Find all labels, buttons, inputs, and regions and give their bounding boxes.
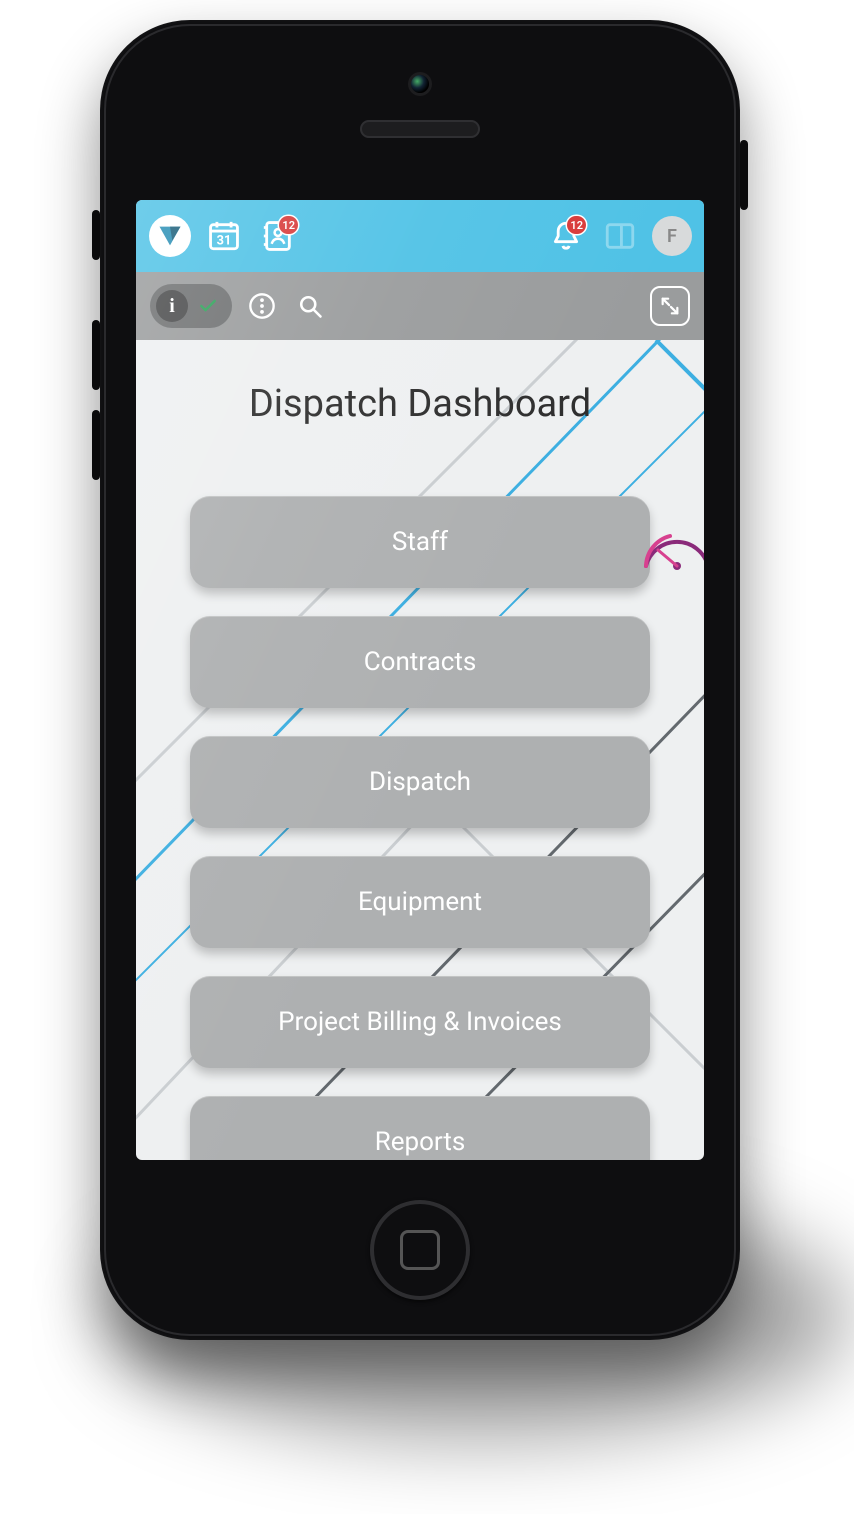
page-title: Dispatch Dashboard: [156, 382, 684, 426]
panel-button[interactable]: [598, 214, 642, 258]
app-bar: 31 12 12: [136, 200, 704, 272]
mute-switch: [92, 210, 100, 260]
avatar-initial: F: [667, 226, 677, 247]
tile-label: Equipment: [358, 887, 482, 917]
contacts-badge: 12: [279, 216, 298, 234]
info-toggle[interactable]: i: [150, 284, 232, 328]
tile-label: Dispatch: [369, 767, 471, 797]
calendar-icon: 31: [207, 219, 241, 253]
gauge-icon: [640, 522, 704, 572]
tile-reports[interactable]: Reports: [190, 1096, 650, 1160]
tile-staff[interactable]: Staff: [190, 496, 650, 588]
tile-project-billing[interactable]: Project Billing & Invoices: [190, 976, 650, 1068]
tile-dispatch[interactable]: Dispatch: [190, 736, 650, 828]
fullscreen-button[interactable]: [650, 286, 690, 326]
volume-down: [92, 410, 100, 480]
dashboard-tiles: Staff Contracts Dispatch Equipment Proje…: [156, 496, 684, 1160]
notifications-button[interactable]: 12: [544, 214, 588, 258]
user-avatar[interactable]: F: [652, 216, 692, 256]
contacts-button[interactable]: 12: [256, 214, 300, 258]
power-button: [740, 140, 748, 210]
search-button[interactable]: [292, 288, 328, 324]
tile-contracts[interactable]: Contracts: [190, 616, 650, 708]
logo-icon: [149, 215, 191, 257]
expand-icon: [659, 295, 681, 317]
tile-equipment[interactable]: Equipment: [190, 856, 650, 948]
home-button[interactable]: [370, 1200, 470, 1300]
tile-label: Reports: [375, 1127, 466, 1157]
earpiece: [360, 120, 480, 138]
notifications-badge: 12: [567, 216, 586, 234]
front-camera: [411, 75, 429, 93]
screen: 31 12 12: [136, 200, 704, 1160]
search-icon: [296, 292, 324, 320]
panel-icon: [603, 219, 637, 253]
volume-up: [92, 320, 100, 390]
check-icon: [198, 296, 218, 316]
tile-label: Staff: [392, 527, 448, 557]
svg-text:31: 31: [217, 234, 232, 249]
more-options-button[interactable]: [244, 288, 280, 324]
calendar-button[interactable]: 31: [202, 214, 246, 258]
tile-label: Contracts: [364, 647, 477, 677]
app-logo[interactable]: [148, 214, 192, 258]
info-icon: i: [156, 290, 188, 322]
page-toolbar: i: [136, 272, 704, 340]
more-vertical-icon: [248, 292, 276, 320]
phone-frame: 31 12 12: [100, 20, 740, 1340]
tile-label: Project Billing & Invoices: [278, 1007, 562, 1037]
page-content: Dispatch Dashboard Staff Contracts Dispa…: [136, 340, 704, 1160]
